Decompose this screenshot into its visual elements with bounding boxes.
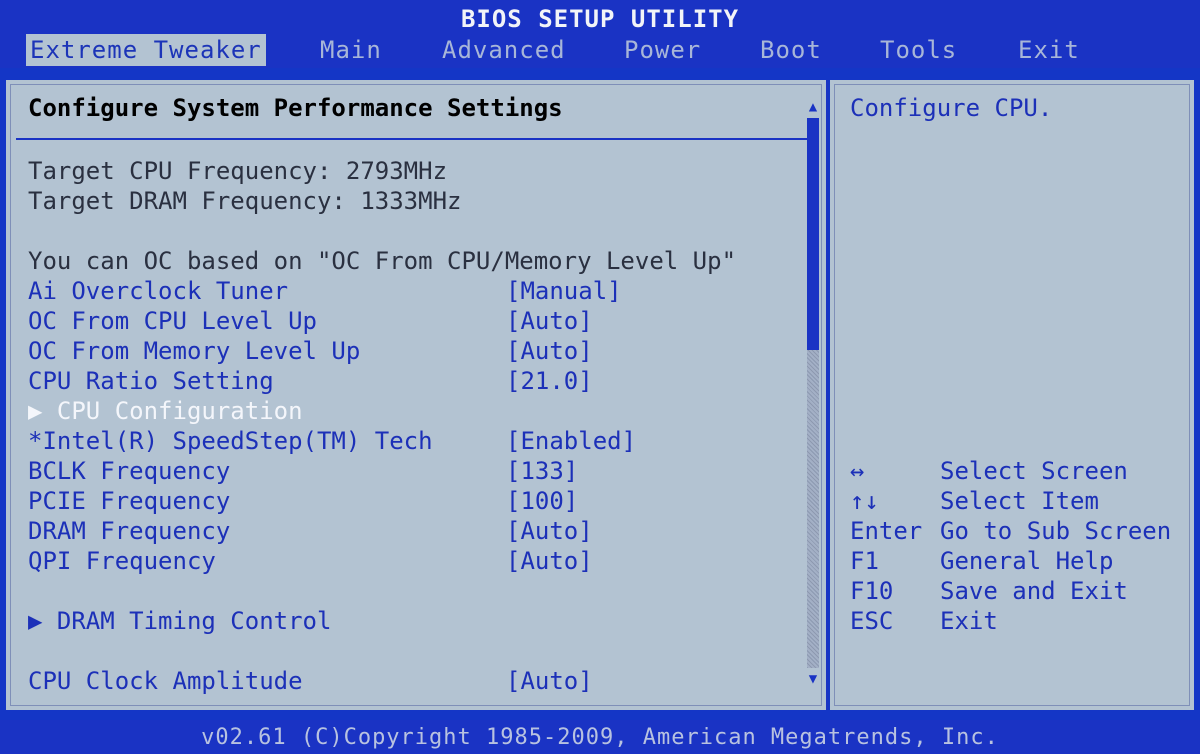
option-dram-frequency-value[interactable]: [Auto]	[506, 516, 593, 546]
option-ai-overclock-tuner-value[interactable]: [Manual]	[506, 276, 622, 306]
option-cpu-ratio-setting[interactable]: CPU Ratio Setting	[28, 366, 274, 396]
main-panel: Configure System Performance Settings Ta…	[6, 80, 828, 710]
footer-bar: v02.61 (C)Copyright 1985-2009, American …	[0, 720, 1200, 754]
scroll-thumb[interactable]	[807, 118, 819, 350]
menu-bar: Extreme Tweaker Main Advanced Power Boot…	[0, 34, 1200, 68]
option-qpi-frequency-value[interactable]: [Auto]	[506, 546, 593, 576]
scroll-up-arrow-icon[interactable]: ▲	[806, 100, 820, 114]
option-dram-frequency[interactable]: DRAM Frequency	[28, 516, 230, 546]
help-panel: Configure CPU. ↔ Select Screen ↑↓ Select I…	[830, 80, 1194, 710]
title-text: BIOS SETUP UTILITY	[460, 5, 740, 33]
option-bclk-frequency-value[interactable]: [133]	[506, 456, 578, 486]
option-intel-speedstep-tech[interactable]: *Intel(R) SpeedStep(TM) Tech	[28, 426, 433, 456]
help-text: Configure CPU.	[850, 94, 1053, 122]
scrollbar[interactable]: ▲ ▼	[806, 100, 820, 690]
key-hint-f1: F1 General Help	[850, 547, 1114, 575]
scroll-down-arrow-icon[interactable]: ▼	[806, 672, 820, 686]
option-cpu-clock-amplitude[interactable]: CPU Clock Amplitude	[28, 666, 303, 696]
key-hint-enter: Enter Go to Sub Screen	[850, 517, 1172, 545]
option-oc-from-cpu-level-up-value[interactable]: [Auto]	[506, 306, 593, 336]
menu-extreme-tweaker[interactable]: Extreme Tweaker	[26, 34, 266, 66]
key-hint-esc: ESC Exit	[850, 607, 998, 635]
panel-heading: Configure System Performance Settings	[28, 94, 563, 122]
option-bclk-frequency[interactable]: BCLK Frequency	[28, 456, 230, 486]
submenu-cpu-configuration[interactable]: ▶ CPU Configuration	[28, 396, 303, 426]
menu-power[interactable]: Power	[624, 34, 701, 66]
menu-main[interactable]: Main	[320, 34, 382, 66]
bios-screen: BIOS SETUP UTILITY Extreme Tweaker Main …	[0, 0, 1200, 754]
left-right-arrow-icon: ↔	[850, 457, 865, 485]
menu-tools[interactable]: Tools	[880, 34, 957, 66]
oc-info-text: You can OC based on "OC From CPU/Memory …	[28, 247, 737, 275]
option-oc-from-memory-level-up-value[interactable]: [Auto]	[506, 336, 593, 366]
option-intel-speedstep-tech-value[interactable]: [Enabled]	[506, 426, 636, 456]
key-hint-select-screen: ↔ Select Screen	[850, 457, 1128, 485]
option-ai-overclock-tuner[interactable]: Ai Overclock Tuner	[28, 276, 288, 306]
up-down-arrow-icon: ↑↓	[850, 487, 879, 515]
title-bar: BIOS SETUP UTILITY	[0, 0, 1200, 34]
key-hint-select-item: ↑↓ Select Item	[850, 487, 1099, 515]
option-cpu-clock-amplitude-value[interactable]: [Auto]	[506, 666, 593, 696]
target-cpu-frequency: Target CPU Frequency: 2793MHz	[28, 157, 448, 185]
menu-exit[interactable]: Exit	[1018, 34, 1080, 66]
heading-divider	[16, 138, 812, 140]
menu-boot[interactable]: Boot	[760, 34, 822, 66]
option-oc-from-cpu-level-up[interactable]: OC From CPU Level Up	[28, 306, 317, 336]
option-pcie-frequency[interactable]: PCIE Frequency	[28, 486, 230, 516]
key-hint-f10: F10 Save and Exit	[850, 577, 1128, 605]
submenu-dram-timing-control[interactable]: ▶ DRAM Timing Control	[28, 606, 331, 636]
target-dram-frequency: Target DRAM Frequency: 1333MHz	[28, 187, 462, 215]
option-qpi-frequency[interactable]: QPI Frequency	[28, 546, 216, 576]
copyright-text: v02.61 (C)Copyright 1985-2009, American …	[201, 724, 999, 750]
option-oc-from-memory-level-up[interactable]: OC From Memory Level Up	[28, 336, 360, 366]
option-pcie-frequency-value[interactable]: [100]	[506, 486, 578, 516]
menu-advanced[interactable]: Advanced	[442, 34, 566, 66]
option-cpu-ratio-setting-value[interactable]: [21.0]	[506, 366, 593, 396]
